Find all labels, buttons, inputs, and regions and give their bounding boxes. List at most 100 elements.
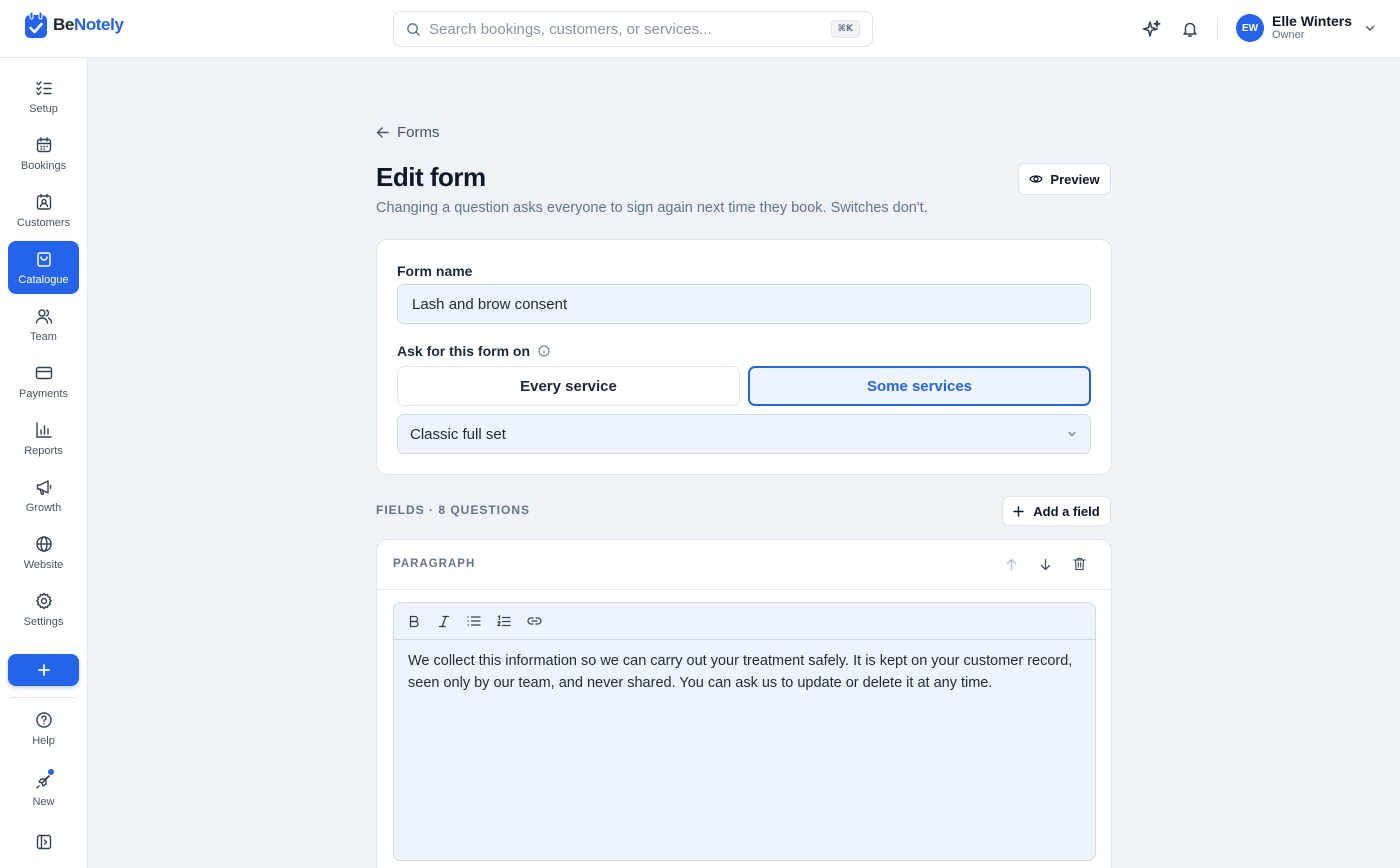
user-info: Elle Winters Owner	[1272, 14, 1352, 41]
bulleted-list-button[interactable]	[466, 613, 482, 629]
delete-question-button[interactable]	[1071, 556, 1087, 572]
sidebar-item-team[interactable]: Team	[8, 298, 79, 351]
sidebar-item-help[interactable]: Help	[8, 702, 79, 755]
link-icon	[526, 617, 542, 625]
fields-heading: FIELDS · 8 QUESTIONS	[376, 503, 531, 517]
shopping-bag-icon	[36, 252, 51, 267]
add-field-label: Add a field	[1033, 503, 1100, 519]
sidebar-item-customers[interactable]: Customers	[8, 184, 79, 237]
eye-icon	[1029, 175, 1044, 183]
header-divider	[1217, 17, 1218, 41]
sidebar-item-new[interactable]: New	[8, 763, 79, 816]
logo-icon	[25, 11, 47, 38]
question-type: PARAGRAPH	[393, 558, 476, 570]
sidebar-item-setup[interactable]: Setup	[8, 70, 79, 123]
sidebar-item-label: New	[32, 796, 55, 808]
italic-button[interactable]	[436, 613, 452, 629]
question-card: PARAGRAPH We collect this information so…	[376, 539, 1112, 868]
editor-toolbar	[394, 603, 1095, 640]
service-select-value: Classic full set	[410, 425, 506, 443]
user-role: Owner	[1272, 29, 1305, 42]
shortcut-badge: ⌘K	[830, 20, 860, 38]
move-down-button[interactable]	[1037, 556, 1053, 572]
sidebar-item-growth[interactable]: Growth	[8, 469, 79, 522]
search-icon	[407, 22, 420, 36]
bold-icon	[409, 615, 419, 627]
form-name-input[interactable]: Lash and brow consent	[397, 284, 1091, 324]
globe-icon	[35, 536, 52, 552]
link-button[interactable]	[526, 613, 542, 629]
ai-sparkle-button[interactable]	[1141, 18, 1163, 40]
user-name: Elle Winters	[1272, 13, 1353, 30]
sidebar-item-reports[interactable]: Reports	[8, 412, 79, 465]
checklist-icon	[35, 81, 52, 96]
question-header: PARAGRAPH	[377, 540, 1111, 590]
sidebar-item-payments[interactable]: Payments	[8, 355, 79, 408]
bullet-list-icon	[467, 616, 481, 626]
credit-card-icon	[35, 366, 52, 380]
arrow-down-icon	[1040, 558, 1050, 570]
create-new-button[interactable]	[8, 654, 79, 686]
form-settings-card: Form name Lash and brow consent Ask for …	[376, 239, 1112, 475]
sparkle-icon	[1142, 20, 1161, 37]
info-icon[interactable]	[538, 345, 550, 357]
sidebar-item-label: Payments	[19, 388, 68, 400]
bold-button[interactable]	[406, 613, 422, 629]
sidebar-item-label: Setup	[29, 103, 58, 115]
brand-name: BeNotely	[53, 15, 124, 34]
form-name-value: Lash and brow consent	[412, 295, 568, 313]
sidebar-item-label: Settings	[23, 616, 64, 628]
notification-dot	[47, 768, 55, 776]
numbered-list-icon	[497, 614, 511, 626]
top-bar: BeNotely ⌘K EW Elle Winters Owner	[0, 0, 1400, 58]
option-every-service[interactable]: Every service	[397, 366, 740, 406]
avatar: EW	[1236, 14, 1264, 42]
sidebar-item-label: Customers	[16, 217, 71, 229]
help-circle-icon	[35, 712, 52, 728]
calendar-icon	[36, 137, 51, 153]
user-menu[interactable]: EW Elle Winters Owner	[1236, 14, 1376, 42]
plus-icon	[1013, 505, 1024, 517]
service-select[interactable]: Classic full set	[397, 414, 1091, 454]
sidebar-item-website[interactable]: Website	[8, 526, 79, 579]
editor-content[interactable]: We collect this information so we can ca…	[394, 640, 1095, 704]
megaphone-icon	[36, 480, 51, 495]
sidebar-item-label: Catalogue	[18, 274, 69, 286]
brand-logo[interactable]: BeNotely	[24, 11, 124, 39]
sidebar-item-label: Bookings	[20, 160, 67, 172]
sidebar-item-label: Help	[32, 735, 55, 747]
sidebar-item-settings[interactable]: Settings	[8, 583, 79, 636]
option-some-services[interactable]: Some services	[748, 366, 1091, 406]
sidebar-item-label: Reports	[24, 445, 63, 457]
preview-label: Preview	[1050, 171, 1100, 187]
chevron-down-icon	[1365, 25, 1375, 31]
italic-icon	[438, 615, 450, 627]
preview-button[interactable]: Preview	[1018, 163, 1111, 195]
collapse-sidebar-button[interactable]	[8, 824, 79, 860]
sidebar-item-label: Team	[30, 331, 57, 343]
plus-icon	[37, 664, 50, 676]
panel-toggle-icon	[36, 834, 51, 850]
sidebar-item-catalogue[interactable]: Catalogue	[8, 241, 79, 294]
search-input[interactable]	[429, 20, 831, 38]
add-field-button[interactable]: Add a field	[1002, 496, 1111, 526]
page-subtitle: Changing a question asks everyone to sig…	[376, 200, 928, 216]
sidebar-item-label: Growth	[25, 502, 62, 514]
ask-for-label: Ask for this form on	[397, 343, 550, 359]
rich-text-editor[interactable]: We collect this information so we can ca…	[393, 602, 1096, 861]
global-search[interactable]: ⌘K	[393, 11, 873, 47]
notifications-button[interactable]	[1179, 18, 1201, 40]
numbered-list-button[interactable]	[496, 613, 512, 629]
bar-chart-icon	[35, 422, 52, 438]
users-icon	[35, 309, 52, 324]
form-name-label: Form name	[397, 263, 473, 279]
sidebar-item-label: Website	[23, 559, 64, 571]
sidebar-item-bookings[interactable]: Bookings	[8, 127, 79, 180]
bell-icon	[1183, 22, 1197, 37]
chevron-down-icon	[1068, 431, 1076, 437]
back-to-forms-link[interactable]: Forms	[376, 124, 440, 141]
move-up-button[interactable]	[1003, 556, 1019, 572]
back-link-label: Forms	[397, 124, 440, 141]
page-title: Edit form	[376, 162, 486, 192]
sidebar: Setup Bookings Customers Catalogue Team …	[0, 58, 88, 868]
